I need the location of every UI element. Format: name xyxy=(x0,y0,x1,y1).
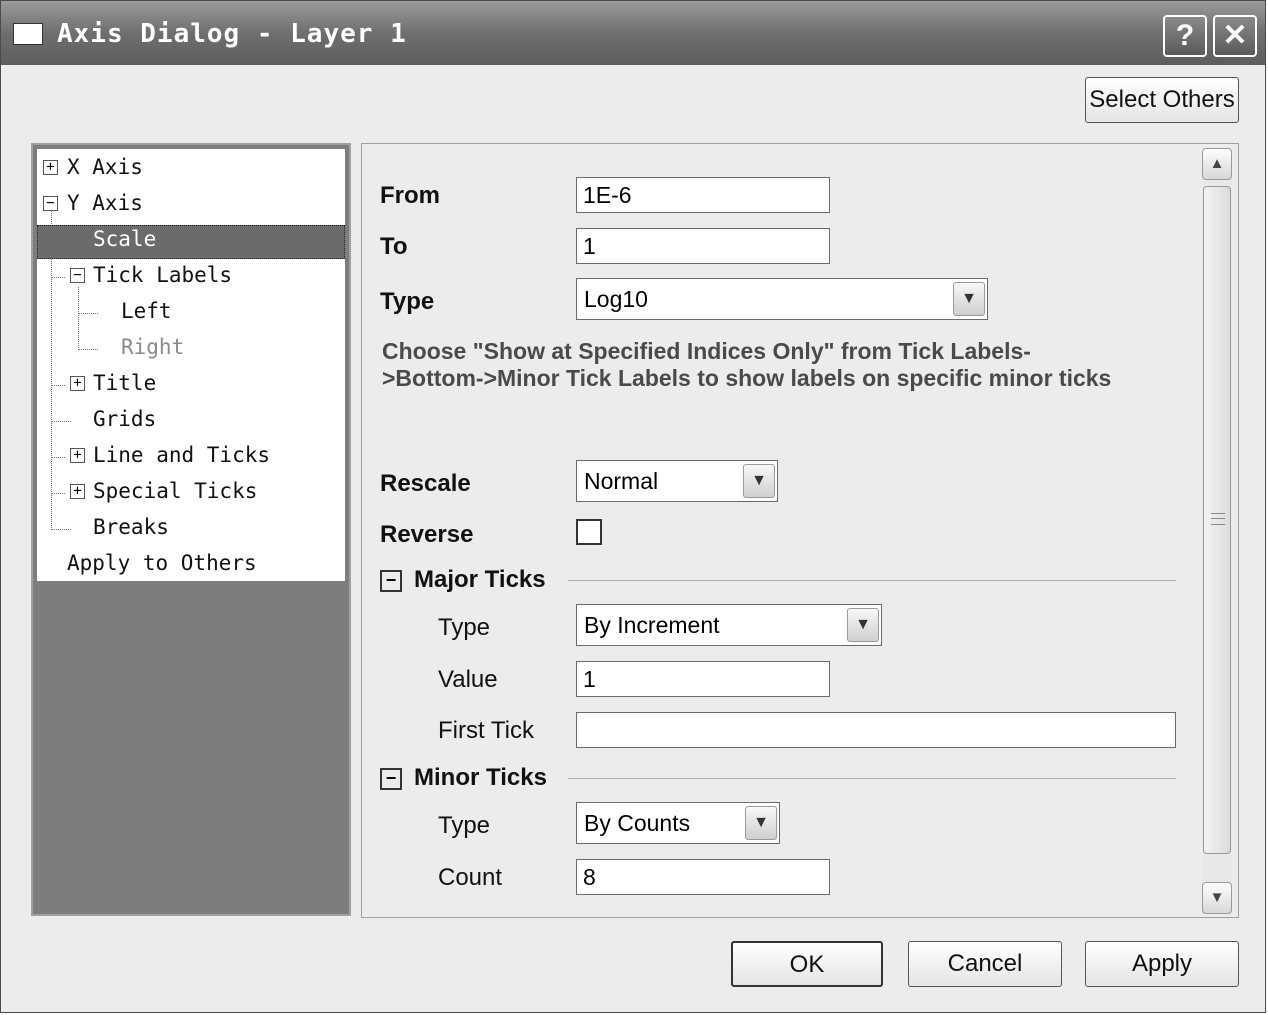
tree-connector xyxy=(51,493,65,494)
to-input[interactable]: 1 xyxy=(576,228,830,264)
major-value-label: Value xyxy=(438,666,498,693)
tree-connector xyxy=(51,529,71,530)
major-type-value: By Increment xyxy=(584,612,720,638)
scale-info-text: Choose "Show at Specified Indices Only" … xyxy=(382,338,1112,391)
from-input[interactable]: 1E-6 xyxy=(576,177,830,213)
tree-selection-highlight xyxy=(37,225,345,259)
help-button[interactable]: ? xyxy=(1163,15,1207,57)
reverse-label: Reverse xyxy=(380,521,474,548)
tree-item-scale[interactable]: Scale xyxy=(93,227,156,251)
plus-box-icon[interactable]: + xyxy=(70,484,85,499)
window-title: Axis Dialog - Layer 1 xyxy=(57,19,407,49)
tree-item-apply-to-others[interactable]: Apply to Others xyxy=(67,551,257,575)
plus-box-icon[interactable]: + xyxy=(70,448,85,463)
tree-connector xyxy=(51,457,65,458)
minor-type-select[interactable]: By Counts ▼ xyxy=(576,802,780,844)
first-tick-input[interactable] xyxy=(576,712,1176,748)
scale-type-value: Log10 xyxy=(584,286,648,312)
major-ticks-section: − Major Ticks xyxy=(378,566,1176,596)
tree-connector xyxy=(51,421,71,422)
chevron-down-icon[interactable]: ▼ xyxy=(847,608,879,642)
minor-count-label: Count xyxy=(438,864,503,891)
plus-box-icon[interactable]: + xyxy=(43,160,58,175)
close-button[interactable]: ✕ xyxy=(1213,15,1257,57)
tree-item-breaks[interactable]: Breaks xyxy=(93,515,169,539)
tree-item-grids[interactable]: Grids xyxy=(93,407,156,431)
rescale-label: Rescale xyxy=(380,470,471,497)
tree-item-right[interactable]: Right xyxy=(121,335,184,359)
plus-box-icon[interactable]: + xyxy=(70,376,85,391)
minor-type-value: By Counts xyxy=(584,810,691,836)
panel-scrollbar[interactable]: ▲ ▼ xyxy=(1202,148,1232,914)
reverse-checkbox[interactable] xyxy=(576,519,602,545)
from-label: From xyxy=(380,182,440,209)
tree-item-title[interactable]: Title xyxy=(93,371,156,395)
grip-icon xyxy=(1211,513,1225,525)
apply-button[interactable]: Apply xyxy=(1085,941,1239,987)
minus-box-icon[interactable]: − xyxy=(380,570,402,592)
scale-panel: From 1E-6 To 1 Type Log10 ▼ Choose "Show… xyxy=(361,143,1239,918)
title-bar[interactable]: Axis Dialog - Layer 1 ? ✕ xyxy=(1,1,1265,65)
tree-item-special-ticks[interactable]: Special Ticks xyxy=(93,479,257,503)
scrollbar-thumb[interactable] xyxy=(1203,186,1231,854)
rescale-select[interactable]: Normal ▼ xyxy=(576,460,778,502)
major-ticks-title: Major Ticks xyxy=(414,566,554,594)
rescale-value: Normal xyxy=(584,468,659,494)
chevron-down-icon[interactable]: ▼ xyxy=(953,282,985,316)
first-tick-label: First Tick xyxy=(438,717,534,744)
tree-item-tick-labels[interactable]: Tick Labels xyxy=(93,263,232,287)
tree-connector xyxy=(51,385,65,386)
tree-item-x-axis[interactable]: X Axis xyxy=(67,155,143,179)
type-label: Type xyxy=(380,288,435,315)
tree-connector xyxy=(78,313,98,314)
major-value-input[interactable]: 1 xyxy=(576,661,830,697)
arrow-down-icon[interactable]: ▼ xyxy=(1202,882,1232,914)
minus-box-icon[interactable]: − xyxy=(70,268,85,283)
window-icon xyxy=(13,23,43,45)
tree-connector xyxy=(78,349,98,350)
select-others-button[interactable]: Select Others xyxy=(1085,77,1239,123)
minor-ticks-title: Minor Ticks xyxy=(414,764,555,792)
tree-item-y-axis[interactable]: Y Axis xyxy=(67,191,143,215)
axis-tree[interactable]: + X Axis − Y Axis Scale − Tick Labels Le… xyxy=(31,143,351,916)
major-type-label: Type xyxy=(438,614,491,641)
tree-connector xyxy=(78,287,79,350)
major-type-select[interactable]: By Increment ▼ xyxy=(576,604,882,646)
to-label: To xyxy=(380,233,408,260)
minus-box-icon[interactable]: − xyxy=(43,196,58,211)
tree-item-line-and-ticks[interactable]: Line and Ticks xyxy=(93,443,270,467)
tree-item-left[interactable]: Left xyxy=(121,299,172,323)
close-icon: ✕ xyxy=(1222,19,1248,52)
section-divider xyxy=(568,580,1176,581)
help-icon: ? xyxy=(1175,19,1195,52)
tree-connector xyxy=(51,277,65,278)
section-divider xyxy=(568,778,1176,779)
cancel-button[interactable]: Cancel xyxy=(908,941,1062,987)
ok-button[interactable]: OK xyxy=(731,941,883,987)
axis-dialog: Axis Dialog - Layer 1 ? ✕ Select Others … xyxy=(0,0,1266,1013)
minor-count-input[interactable]: 8 xyxy=(576,859,830,895)
scale-type-select[interactable]: Log10 ▼ xyxy=(576,278,988,320)
chevron-down-icon[interactable]: ▼ xyxy=(743,464,775,498)
minus-box-icon[interactable]: − xyxy=(380,768,402,790)
arrow-up-icon[interactable]: ▲ xyxy=(1202,148,1232,180)
minor-ticks-section: − Minor Ticks xyxy=(378,764,1176,794)
chevron-down-icon[interactable]: ▼ xyxy=(745,806,777,840)
minor-type-label: Type xyxy=(438,812,491,839)
